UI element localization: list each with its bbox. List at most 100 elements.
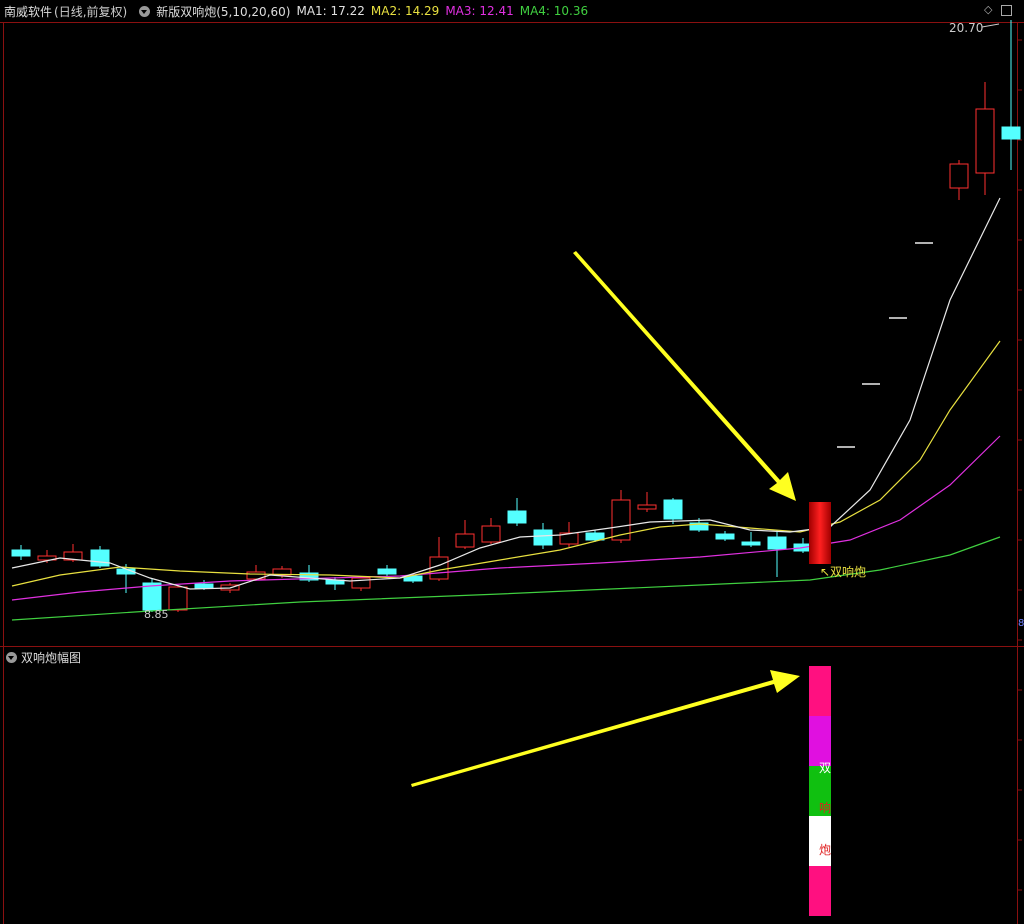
- candle: [559, 522, 579, 547]
- candle: [741, 532, 761, 547]
- candle: [689, 518, 709, 532]
- ma2-line: [11, 340, 1001, 587]
- candle: [325, 577, 345, 590]
- frame-left: [3, 22, 4, 924]
- ma2-readout: MA2: 14.29: [370, 4, 440, 18]
- chart-header: 南威软件 (日线,前复权) 新版双响炮(5,10,20,60) MA1: 17.…: [0, 0, 1024, 22]
- sub-bar-segment-2: [809, 716, 831, 766]
- candle: [116, 564, 136, 593]
- candle-body: [637, 504, 657, 510]
- candle-body: [325, 579, 345, 585]
- candle-body: [11, 549, 31, 557]
- candle: [533, 523, 553, 549]
- candle-body: [377, 568, 397, 575]
- diamond-icon[interactable]: ◇: [984, 3, 992, 16]
- candle: [637, 492, 657, 512]
- sub-bar-char-1: 双: [819, 761, 831, 775]
- candle: [611, 490, 631, 543]
- candle: [507, 498, 527, 526]
- sub-bar-segment-4: [809, 816, 831, 866]
- chevron-down-icon[interactable]: [139, 5, 151, 17]
- candle-body: [194, 583, 214, 589]
- candle-body: [37, 555, 57, 561]
- candle: [90, 546, 110, 568]
- candle: [767, 530, 787, 577]
- candle-body: [299, 572, 319, 581]
- adjust-mode[interactable]: (日线,前复权): [54, 3, 127, 20]
- candle-body: [142, 582, 162, 611]
- candle: [455, 520, 475, 549]
- candle-body: [533, 529, 553, 546]
- frame-right: [1017, 22, 1018, 924]
- candle: [481, 518, 501, 544]
- high-price-label: 20.70: [949, 21, 983, 35]
- candle: [272, 566, 292, 578]
- frame-top: [0, 22, 1024, 23]
- candle-body: [403, 575, 423, 582]
- sub-bar-char-3: 炮: [819, 843, 831, 857]
- candle-body: [611, 499, 631, 541]
- arrow-sub: [411, 670, 800, 787]
- ma4-line: [11, 536, 1001, 621]
- sub-bar-segment-5: [809, 866, 831, 916]
- square-button-icon[interactable]: [1001, 5, 1012, 16]
- chevron-down-icon[interactable]: [6, 651, 17, 663]
- sub-chart-header: 双响炮幅图: [0, 648, 81, 666]
- candle-body: [663, 499, 683, 520]
- candle-body: [715, 533, 735, 540]
- ma1-line: [11, 197, 1001, 590]
- candle-body: [481, 525, 501, 543]
- high-price-pointer: [981, 23, 1000, 28]
- candle: [220, 583, 240, 593]
- candle-body: [975, 108, 995, 174]
- main-chart[interactable]: 20.70 8.85 ↖双响炮 8 双 响 炮: [0, 0, 1024, 924]
- candle-body: [272, 568, 292, 576]
- candle-body: [116, 568, 136, 575]
- candle: [793, 538, 813, 553]
- signal-label: ↖双响炮: [820, 564, 866, 579]
- candle-body: [220, 584, 240, 591]
- candle: [37, 550, 57, 563]
- candle: [715, 531, 735, 541]
- candle-group: [11, 20, 1021, 612]
- candle-body: [559, 532, 579, 545]
- candle-body: [949, 163, 969, 189]
- candle-body: [793, 543, 813, 552]
- candle-body: [689, 522, 709, 531]
- right-axis-label: 8: [1018, 618, 1024, 629]
- candle: [585, 530, 605, 542]
- candle: [351, 576, 371, 591]
- ma4-readout: MA4: 10.36: [519, 4, 589, 18]
- candle-body: [429, 556, 449, 580]
- candle: [11, 545, 31, 560]
- frame-mid: [0, 646, 1024, 647]
- candle: [403, 574, 423, 583]
- candle: [142, 578, 162, 612]
- stock-title: 南威软件: [4, 4, 53, 19]
- candle-body: [507, 510, 527, 524]
- candle: [377, 565, 397, 577]
- sub-bar-segment-1: [809, 666, 831, 716]
- candle-body: [246, 571, 266, 580]
- arrow-main: [573, 251, 796, 501]
- ma3-readout: MA3: 12.41: [445, 4, 514, 18]
- candle: [975, 82, 995, 195]
- indicator-name[interactable]: 新版双响炮(5,10,20,60): [156, 3, 290, 20]
- sub-chart-title[interactable]: 双响炮幅图: [21, 649, 81, 666]
- candle: [168, 585, 188, 612]
- candle: [246, 565, 266, 581]
- candle-body: [585, 532, 605, 541]
- candle-body: [767, 536, 787, 550]
- candle-body: [741, 541, 761, 546]
- candle-body: [351, 577, 371, 589]
- ma1-readout: MA1: 17.22: [296, 4, 365, 18]
- ma3-line: [11, 435, 1001, 601]
- candle: [194, 580, 214, 590]
- low-price-label: 8.85: [144, 608, 169, 621]
- candle: [429, 537, 449, 581]
- candle-body: [63, 551, 83, 561]
- candle: [299, 565, 319, 582]
- candle-body: [168, 586, 188, 611]
- candle: [949, 160, 969, 200]
- sub-bar-char-2: 响: [819, 800, 831, 815]
